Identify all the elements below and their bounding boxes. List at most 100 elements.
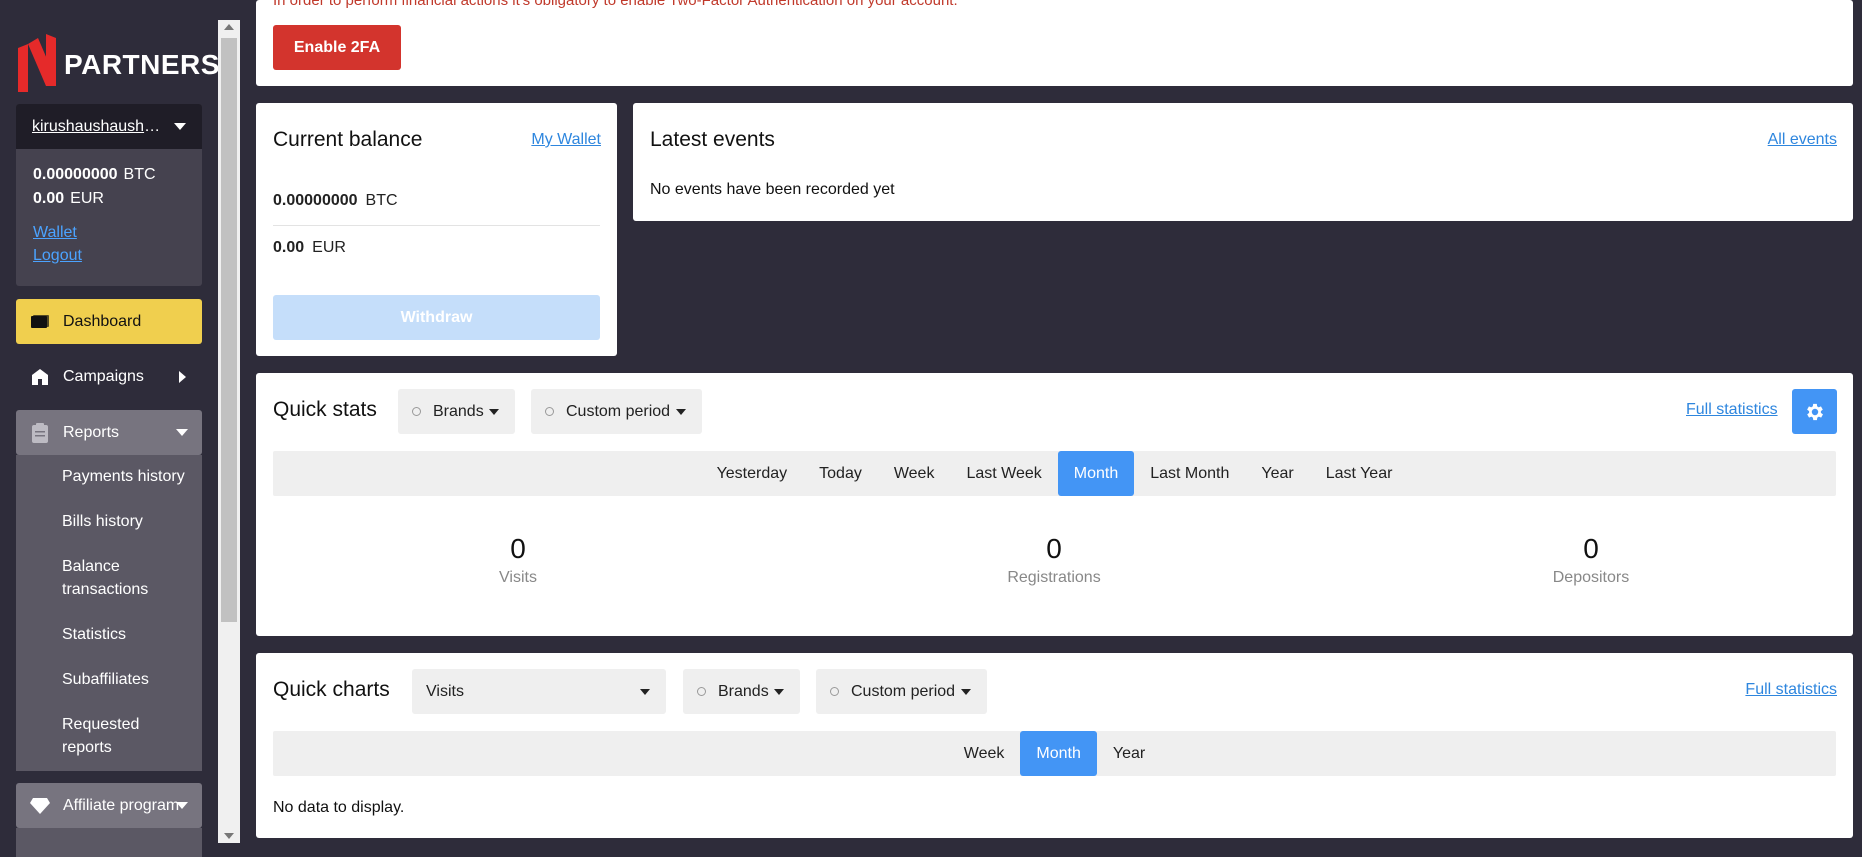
balance-eur-row: 0.00 EUR [273, 239, 600, 257]
chevron-down-icon [774, 688, 784, 695]
period-filter[interactable]: Custom period [531, 389, 702, 434]
balance-btc-row: 0.00000000 BTC [273, 192, 600, 210]
scroll-thumb[interactable] [221, 38, 237, 622]
events-card: Latest events All events No events have … [633, 103, 1853, 221]
period-week[interactable]: Week [878, 451, 951, 496]
stat-visits-label: Visits [499, 569, 537, 586]
reports-submenu: Payments history Bills history Balance t… [16, 455, 202, 771]
brand-n-icon [18, 34, 56, 92]
submenu-bills-history[interactable]: Bills history [16, 510, 202, 533]
quick-stats-title: Quick stats [273, 398, 377, 421]
home-icon [30, 367, 50, 387]
sidebar-scrollbar[interactable] [218, 20, 240, 843]
period-last-month[interactable]: Last Month [1134, 451, 1245, 496]
balance-eur-unit: EUR [312, 239, 346, 256]
stat-visits: 0 Visits [418, 533, 618, 587]
nav-reports[interactable]: Reports [16, 410, 202, 455]
submenu-requested-reports[interactable]: Requested reports [16, 713, 166, 759]
chevron-down-icon [174, 123, 186, 130]
charts-period-year[interactable]: Year [1097, 731, 1161, 776]
brands-filter[interactable]: Brands [398, 389, 515, 434]
nav-dashboard[interactable]: Dashboard [16, 299, 202, 344]
events-title: Latest events [650, 128, 775, 151]
settings-button[interactable] [1792, 389, 1837, 434]
submenu-subaffiliates[interactable]: Subaffiliates [16, 668, 202, 691]
balance-btc-unit: BTC [365, 192, 398, 209]
account-username: kirushaushaushaush [32, 117, 162, 135]
quick-charts-card: Quick charts Visits Brands Custom period… [256, 653, 1853, 838]
period-yesterday[interactable]: Yesterday [701, 451, 804, 496]
period-year[interactable]: Year [1245, 451, 1309, 496]
radio-circle-icon [412, 407, 421, 416]
charts-brands-filter[interactable]: Brands [683, 669, 800, 714]
twofa-notice: In order to perform financial actions it… [273, 0, 958, 9]
withdraw-button[interactable]: Withdraw [273, 295, 600, 340]
wallet-link[interactable]: Wallet [33, 221, 185, 244]
affiliate-submenu [16, 828, 202, 857]
period-filter-label: Custom period [566, 402, 671, 420]
charts-period-filter[interactable]: Custom period [816, 669, 987, 714]
diamond-icon [30, 796, 50, 816]
chevron-down-icon [176, 802, 188, 809]
submenu-statistics[interactable]: Statistics [16, 623, 202, 646]
period-last-week[interactable]: Last Week [950, 451, 1057, 496]
charts-empty-message: No data to display. [273, 799, 405, 816]
stat-registrations-label: Registrations [1007, 569, 1101, 586]
radio-circle-icon [545, 407, 554, 416]
divider [273, 225, 600, 226]
chevron-down-icon [961, 688, 971, 695]
stat-depositors: 0 Depositors [1491, 533, 1691, 587]
charts-period-month[interactable]: Month [1020, 731, 1097, 776]
stats-period-tabs: Yesterday Today Week Last Week Month Las… [273, 451, 1836, 496]
balance-eur-amount: 0.00 [273, 239, 305, 256]
stat-registrations: 0 Registrations [954, 533, 1154, 587]
brands-filter-label: Brands [433, 402, 484, 420]
logout-link[interactable]: Logout [33, 244, 185, 267]
scroll-up-icon[interactable] [224, 24, 234, 30]
nav-dashboard-label: Dashboard [63, 312, 142, 330]
period-month[interactable]: Month [1057, 451, 1135, 496]
metric-select-label: Visits [426, 682, 464, 700]
account-box: kirushaushaushaush 0.00000000 BTC 0.00 EUR… [16, 104, 202, 286]
gear-icon [1806, 403, 1823, 420]
chevron-down-icon [676, 408, 686, 415]
logo[interactable]: PARTNERS [16, 34, 220, 94]
chevron-down-icon [640, 688, 650, 695]
charts-full-statistics-link[interactable]: Full statistics [1745, 681, 1837, 699]
nav-affiliate-program[interactable]: Affiliate program [16, 783, 202, 828]
events-empty-message: No events have been recorded yet [650, 181, 895, 198]
charts-brands-label: Brands [718, 682, 769, 700]
account-btc-amount: 0.00000000 [33, 166, 118, 183]
account-dropdown[interactable]: kirushaushaushaush [16, 104, 202, 149]
stat-visits-value: 0 [510, 533, 526, 564]
stat-registrations-value: 0 [1046, 533, 1062, 564]
chevron-down-icon [489, 408, 499, 415]
charts-period-label: Custom period [851, 682, 956, 700]
nav-campaigns[interactable]: Campaigns [16, 354, 202, 399]
submenu-balance-transactions[interactable]: Balance transactions [16, 555, 166, 601]
charts-period-week[interactable]: Week [948, 731, 1021, 776]
all-events-link[interactable]: All events [1768, 131, 1837, 149]
metric-select[interactable]: Visits [412, 669, 666, 714]
nav-reports-label: Reports [63, 423, 120, 441]
account-eur-amount: 0.00 [33, 190, 65, 207]
account-balance: 0.00000000 BTC 0.00 EUR [16, 149, 202, 211]
charts-period-tabs: Week Month Year [273, 731, 1836, 776]
radio-circle-icon [830, 687, 839, 696]
chevron-right-icon [179, 370, 186, 383]
my-wallet-link[interactable]: My Wallet [531, 131, 601, 149]
period-last-year[interactable]: Last Year [1310, 451, 1409, 496]
full-statistics-link[interactable]: Full statistics [1686, 401, 1778, 419]
enable-2fa-button[interactable]: Enable 2FA [273, 25, 401, 70]
dashboard-icon [30, 312, 50, 332]
period-today[interactable]: Today [803, 451, 878, 496]
logo-text: PARTNERS [64, 49, 220, 80]
scroll-down-icon[interactable] [224, 833, 234, 839]
quick-charts-title: Quick charts [273, 678, 390, 701]
twofa-card: In order to perform financial actions it… [256, 0, 1853, 86]
nav-campaigns-label: Campaigns [63, 367, 144, 385]
submenu-payments-history[interactable]: Payments history [16, 465, 202, 488]
balance-btc-amount: 0.00000000 [273, 192, 358, 209]
balance-title: Current balance [273, 128, 423, 151]
sidebar: PARTNERS kirushaushaushaush 0.00000000 BT… [0, 0, 220, 857]
